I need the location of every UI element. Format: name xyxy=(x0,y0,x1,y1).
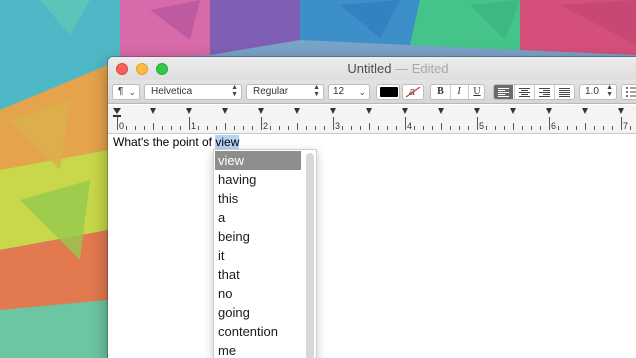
completion-item[interactable]: view xyxy=(215,151,301,170)
updown-arrows-icon: ▲ ▼ xyxy=(313,84,320,98)
first-line-indent-marker xyxy=(113,115,121,117)
align-center-button[interactable] xyxy=(514,85,533,99)
tab-stop-marker xyxy=(330,108,336,114)
completion-item[interactable]: contention xyxy=(215,322,301,341)
text-color-swatch xyxy=(380,87,398,97)
font-family-select[interactable]: Helvetica ▲ ▼ xyxy=(144,84,242,100)
paragraph-styles-button[interactable]: ¶ ⌄ xyxy=(112,84,140,100)
font-style-value: Regular xyxy=(253,86,289,97)
tab-stop-marker xyxy=(150,108,156,114)
tab-stop-marker xyxy=(438,108,444,114)
completion-item[interactable]: going xyxy=(215,303,301,322)
updown-arrows-icon: ▲ ▼ xyxy=(606,84,613,98)
tab-stop-marker xyxy=(222,108,228,114)
completion-item[interactable]: a xyxy=(215,208,301,227)
tab-stop-marker xyxy=(546,108,552,114)
align-right-button[interactable] xyxy=(534,85,553,99)
list-bullets-button[interactable] xyxy=(621,84,636,100)
completion-item[interactable]: having xyxy=(215,170,301,189)
format-toolbar: ¶ ⌄ Helvetica ▲▼ Regular ▲▼ 12 ⌄ a B I U xyxy=(108,80,636,104)
document-text-area[interactable]: What's the point of view xyxy=(108,134,636,358)
align-left-button[interactable] xyxy=(494,85,513,99)
ruler-number: 4 xyxy=(407,121,413,131)
text-style-segment: B I U xyxy=(430,84,485,100)
pilcrow-icon: ¶ xyxy=(118,86,124,97)
text-before-selection: What's the point of xyxy=(113,135,216,149)
document-title: Untitled xyxy=(347,61,392,76)
align-justify-icon xyxy=(559,88,570,97)
selected-word[interactable]: view xyxy=(215,135,240,149)
underline-button[interactable]: U xyxy=(468,85,484,99)
tab-stop-marker xyxy=(582,108,588,114)
tab-stop-marker xyxy=(402,108,408,114)
completion-item[interactable]: being xyxy=(215,227,301,246)
list-icon xyxy=(626,87,636,97)
completion-popup: view having this a being it that no going content… xyxy=(213,149,317,358)
tab-stop-marker xyxy=(186,108,192,114)
ruler-scale xyxy=(113,108,631,130)
tab-stop-marker xyxy=(510,108,516,114)
font-family-value: Helvetica xyxy=(151,86,193,97)
tab-stop-marker xyxy=(294,108,300,114)
tab-stop-marker xyxy=(618,108,624,114)
ruler-number: 6 xyxy=(551,121,557,131)
tab-stop-marker xyxy=(474,108,480,114)
font-size-value: 12 xyxy=(333,86,345,97)
text-line: What's the point of view xyxy=(113,135,240,149)
align-justify-button[interactable] xyxy=(554,85,573,99)
line-spacing-select[interactable]: 1.0 ▲ ▼ xyxy=(579,84,617,100)
completion-scrollbar[interactable] xyxy=(306,153,314,358)
completion-item[interactable]: this xyxy=(215,189,301,208)
tab-stop-marker xyxy=(366,108,372,114)
ruler-number: 2 xyxy=(263,121,269,131)
line-spacing-value: 1.0 xyxy=(585,86,599,97)
ruler-number: 5 xyxy=(479,121,485,131)
bold-button[interactable]: B xyxy=(432,85,449,99)
updown-arrows-icon: ▲ ▼ xyxy=(231,84,238,98)
edited-status: Edited xyxy=(411,61,449,76)
font-size-combobox[interactable]: 12 ⌄ xyxy=(328,84,370,100)
textedit-window: Untitled — Edited ¶ ⌄ Helvetica ▲ ▼ Regul… xyxy=(108,57,636,358)
ruler-number: 1 xyxy=(191,121,197,131)
no-color-slash-icon xyxy=(405,86,421,98)
completion-item[interactable]: me xyxy=(215,341,301,358)
ruler[interactable]: 0 1 2 3 4 5 6 7 xyxy=(108,105,636,134)
ruler-number: 7 xyxy=(623,121,629,131)
align-center-icon xyxy=(519,88,530,97)
indent-marker xyxy=(113,108,121,114)
window-title: Untitled — Edited xyxy=(108,61,636,76)
completion-item[interactable]: it xyxy=(215,246,301,265)
title-separator: — xyxy=(395,61,409,76)
text-color-well[interactable] xyxy=(376,84,400,100)
title-bar[interactable]: Untitled — Edited xyxy=(108,57,636,80)
align-right-icon xyxy=(539,88,550,97)
align-left-icon xyxy=(498,88,509,97)
alignment-segment xyxy=(493,84,575,100)
chevron-down-icon: ⌄ xyxy=(358,87,366,97)
tab-stop-marker xyxy=(258,108,264,114)
ruler-number: 0 xyxy=(119,121,125,131)
completion-item[interactable]: no xyxy=(215,284,301,303)
completion-item[interactable]: that xyxy=(215,265,301,284)
ruler-number: 3 xyxy=(335,121,341,131)
highlight-color-button[interactable]: a xyxy=(402,84,424,100)
chevron-down-icon: ⌄ xyxy=(128,87,136,97)
font-style-select[interactable]: Regular ▲ ▼ xyxy=(246,84,324,100)
italic-button[interactable]: I xyxy=(450,85,467,99)
